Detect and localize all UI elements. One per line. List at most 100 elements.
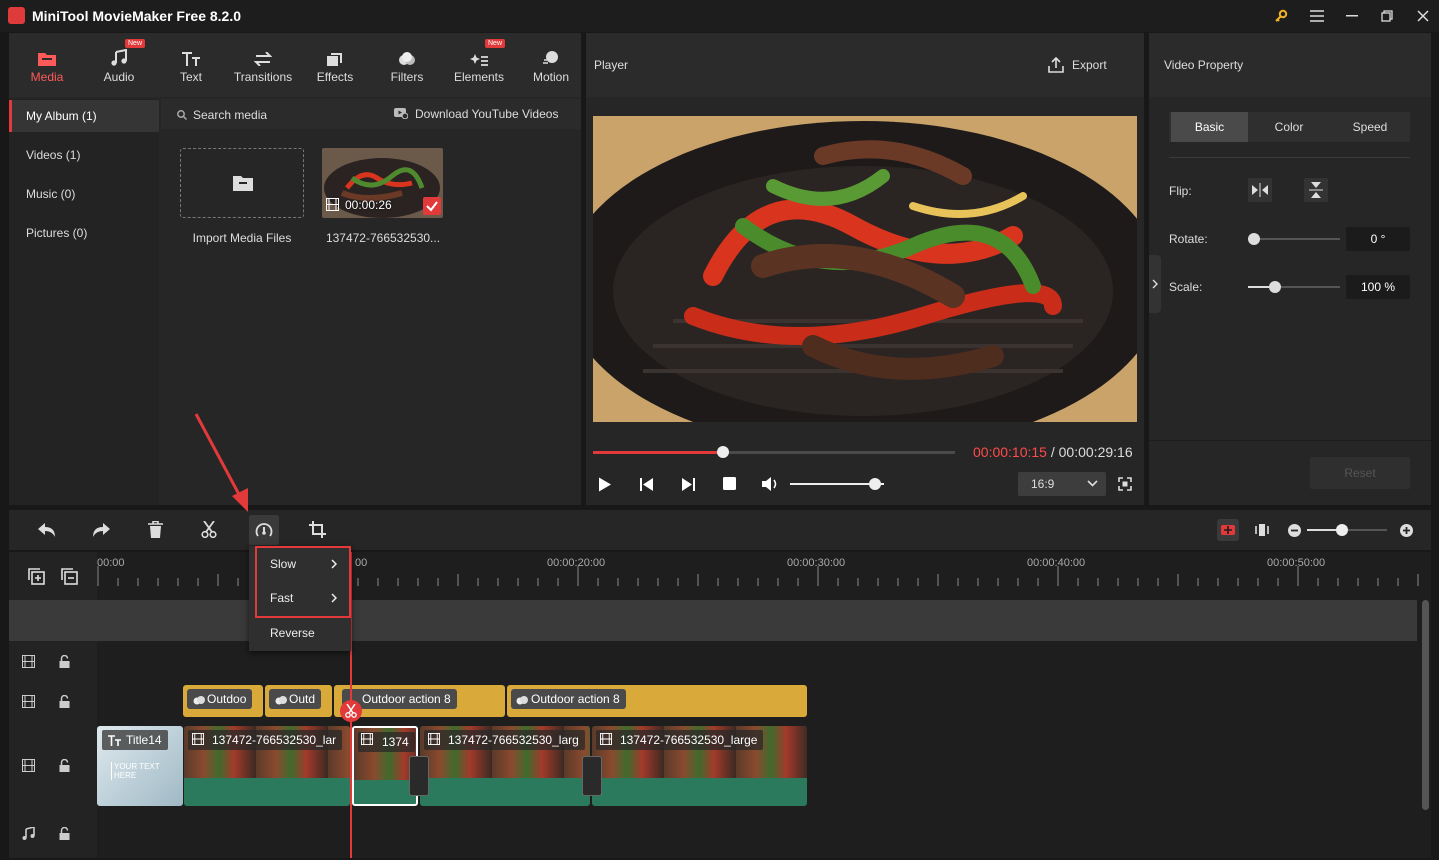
- menu-icon[interactable]: [1306, 6, 1328, 26]
- ruler-label: 00: [355, 557, 368, 569]
- rotate-handle[interactable]: [1248, 233, 1260, 245]
- timeline-scrollbar[interactable]: [1422, 600, 1429, 810]
- collapse-panel-button[interactable]: [1149, 255, 1161, 313]
- effect-icon: [193, 695, 205, 705]
- effect-clip-name: Outdoo: [207, 692, 247, 706]
- volume-handle[interactable]: [868, 478, 881, 490]
- import-media-button[interactable]: [180, 148, 304, 218]
- album-item-pictures[interactable]: Pictures (0): [9, 217, 159, 249]
- motion-icon: [543, 46, 559, 66]
- scale-slider[interactable]: [1248, 281, 1340, 293]
- lock-icon[interactable]: [59, 759, 70, 772]
- fullscreen-icon[interactable]: [1118, 477, 1132, 491]
- fit-timeline-icon[interactable]: [1255, 522, 1269, 538]
- tab-label: Transitions: [233, 70, 293, 84]
- player-progress-bar[interactable]: [593, 446, 955, 458]
- lock-icon[interactable]: [59, 827, 70, 840]
- next-frame-icon[interactable]: [681, 477, 695, 492]
- flip-vertical-button[interactable]: [1304, 178, 1328, 202]
- album-item-music[interactable]: Music (0): [9, 178, 159, 210]
- tab-label: Effects: [316, 70, 354, 84]
- scale-handle[interactable]: [1269, 281, 1281, 293]
- video-track-icon: [22, 759, 35, 772]
- volume-slider[interactable]: [790, 478, 884, 490]
- speedometer-icon: [255, 522, 273, 538]
- play-icon[interactable]: [598, 477, 612, 492]
- menu-item-label: Reverse: [270, 626, 315, 640]
- aspect-ratio-select[interactable]: 16:9: [1018, 472, 1106, 496]
- export-button[interactable]: Export: [1048, 55, 1116, 77]
- flip-vertical-icon: [1309, 182, 1323, 198]
- text-icon: [108, 735, 121, 746]
- tab-filters[interactable]: Filters: [371, 33, 443, 97]
- ruler-label: 00:00:20:00: [547, 557, 606, 569]
- search-input[interactable]: Search media: [193, 108, 267, 122]
- zoom-out-icon[interactable]: [1288, 524, 1301, 537]
- tab-media[interactable]: Media: [11, 33, 83, 97]
- scale-value-input[interactable]: 100 %: [1346, 275, 1410, 299]
- property-tab-basic[interactable]: Basic: [1171, 112, 1248, 142]
- lock-icon[interactable]: [59, 655, 70, 668]
- tab-elements[interactable]: New Elements: [443, 33, 515, 97]
- playhead-split-button[interactable]: [340, 700, 362, 722]
- video-clip[interactable]: 137472-766532530_larg: [420, 726, 590, 806]
- redo-icon[interactable]: [92, 522, 110, 538]
- title-clip[interactable]: Title14 YOUR TEXT HERE: [97, 726, 183, 806]
- rotate-value-input[interactable]: 0 °: [1346, 227, 1410, 251]
- album-item-my-album[interactable]: My Album (1): [9, 100, 159, 132]
- key-icon[interactable]: [1270, 6, 1292, 26]
- menu-item-reverse[interactable]: Reverse: [249, 616, 351, 650]
- download-youtube-link[interactable]: Download YouTube Videos: [415, 107, 558, 121]
- stop-icon[interactable]: [723, 477, 737, 491]
- zoom-in-icon[interactable]: [1400, 524, 1413, 537]
- tab-transitions[interactable]: Transitions: [227, 33, 299, 97]
- transition-marker[interactable]: [409, 756, 429, 796]
- snap-button[interactable]: [1217, 519, 1239, 541]
- transition-marker[interactable]: [582, 756, 602, 796]
- tab-text[interactable]: Text: [155, 33, 227, 97]
- effect-clip-name: Outd: [289, 692, 316, 706]
- album-item-videos[interactable]: Videos (1): [9, 139, 159, 171]
- lock-icon[interactable]: [59, 695, 70, 708]
- video-track-icon: [22, 695, 35, 708]
- speed-button[interactable]: [249, 515, 279, 545]
- video-track-icon: [22, 655, 35, 668]
- main-tabs: Media New Audio Text Transitions Effects…: [9, 33, 581, 97]
- add-track-icon[interactable]: [28, 568, 45, 585]
- minimize-icon[interactable]: [1341, 6, 1363, 26]
- tab-audio[interactable]: New Audio: [83, 33, 155, 97]
- effect-clip-name: Outdoor action 8: [531, 692, 620, 706]
- reset-button[interactable]: Reset: [1310, 457, 1410, 489]
- media-clip-thumbnail[interactable]: 00:00:26: [322, 148, 443, 218]
- tab-label: Media: [30, 70, 64, 84]
- video-property-panel: [1149, 33, 1431, 505]
- rotate-slider[interactable]: [1248, 233, 1340, 245]
- tab-effects[interactable]: Effects: [299, 33, 371, 97]
- crop-icon[interactable]: [309, 521, 326, 538]
- remove-track-icon[interactable]: [61, 568, 78, 585]
- split-scissors-icon[interactable]: [201, 521, 217, 538]
- tab-motion[interactable]: Motion: [515, 33, 587, 97]
- previous-frame-icon[interactable]: [640, 477, 654, 492]
- flip-horizontal-button[interactable]: [1248, 178, 1272, 202]
- property-tab-color[interactable]: Color: [1250, 112, 1328, 142]
- aspect-ratio-value: 16:9: [1031, 477, 1055, 491]
- magnet-icon: [1221, 525, 1235, 535]
- chevron-down-icon: [1087, 480, 1098, 487]
- film-icon: [192, 733, 204, 745]
- delete-icon[interactable]: [148, 521, 163, 538]
- effect-clip[interactable]: Outdoor action 8: [507, 685, 807, 717]
- effect-icon: [516, 695, 528, 705]
- zoom-handle[interactable]: [1336, 524, 1348, 536]
- video-clip[interactable]: 137472-766532530_large: [592, 726, 807, 806]
- property-tab-speed[interactable]: Speed: [1330, 112, 1410, 142]
- volume-icon[interactable]: [762, 476, 780, 492]
- undo-icon[interactable]: [38, 522, 56, 538]
- close-icon[interactable]: [1412, 6, 1434, 26]
- tab-label: Elements: [453, 70, 505, 84]
- zoom-slider[interactable]: [1307, 524, 1387, 536]
- video-clip[interactable]: 137472-766532530_lar: [184, 726, 350, 806]
- maximize-icon[interactable]: [1376, 6, 1398, 26]
- timeline-drop-zone: [9, 600, 1417, 641]
- video-property-title: Video Property: [1164, 58, 1244, 72]
